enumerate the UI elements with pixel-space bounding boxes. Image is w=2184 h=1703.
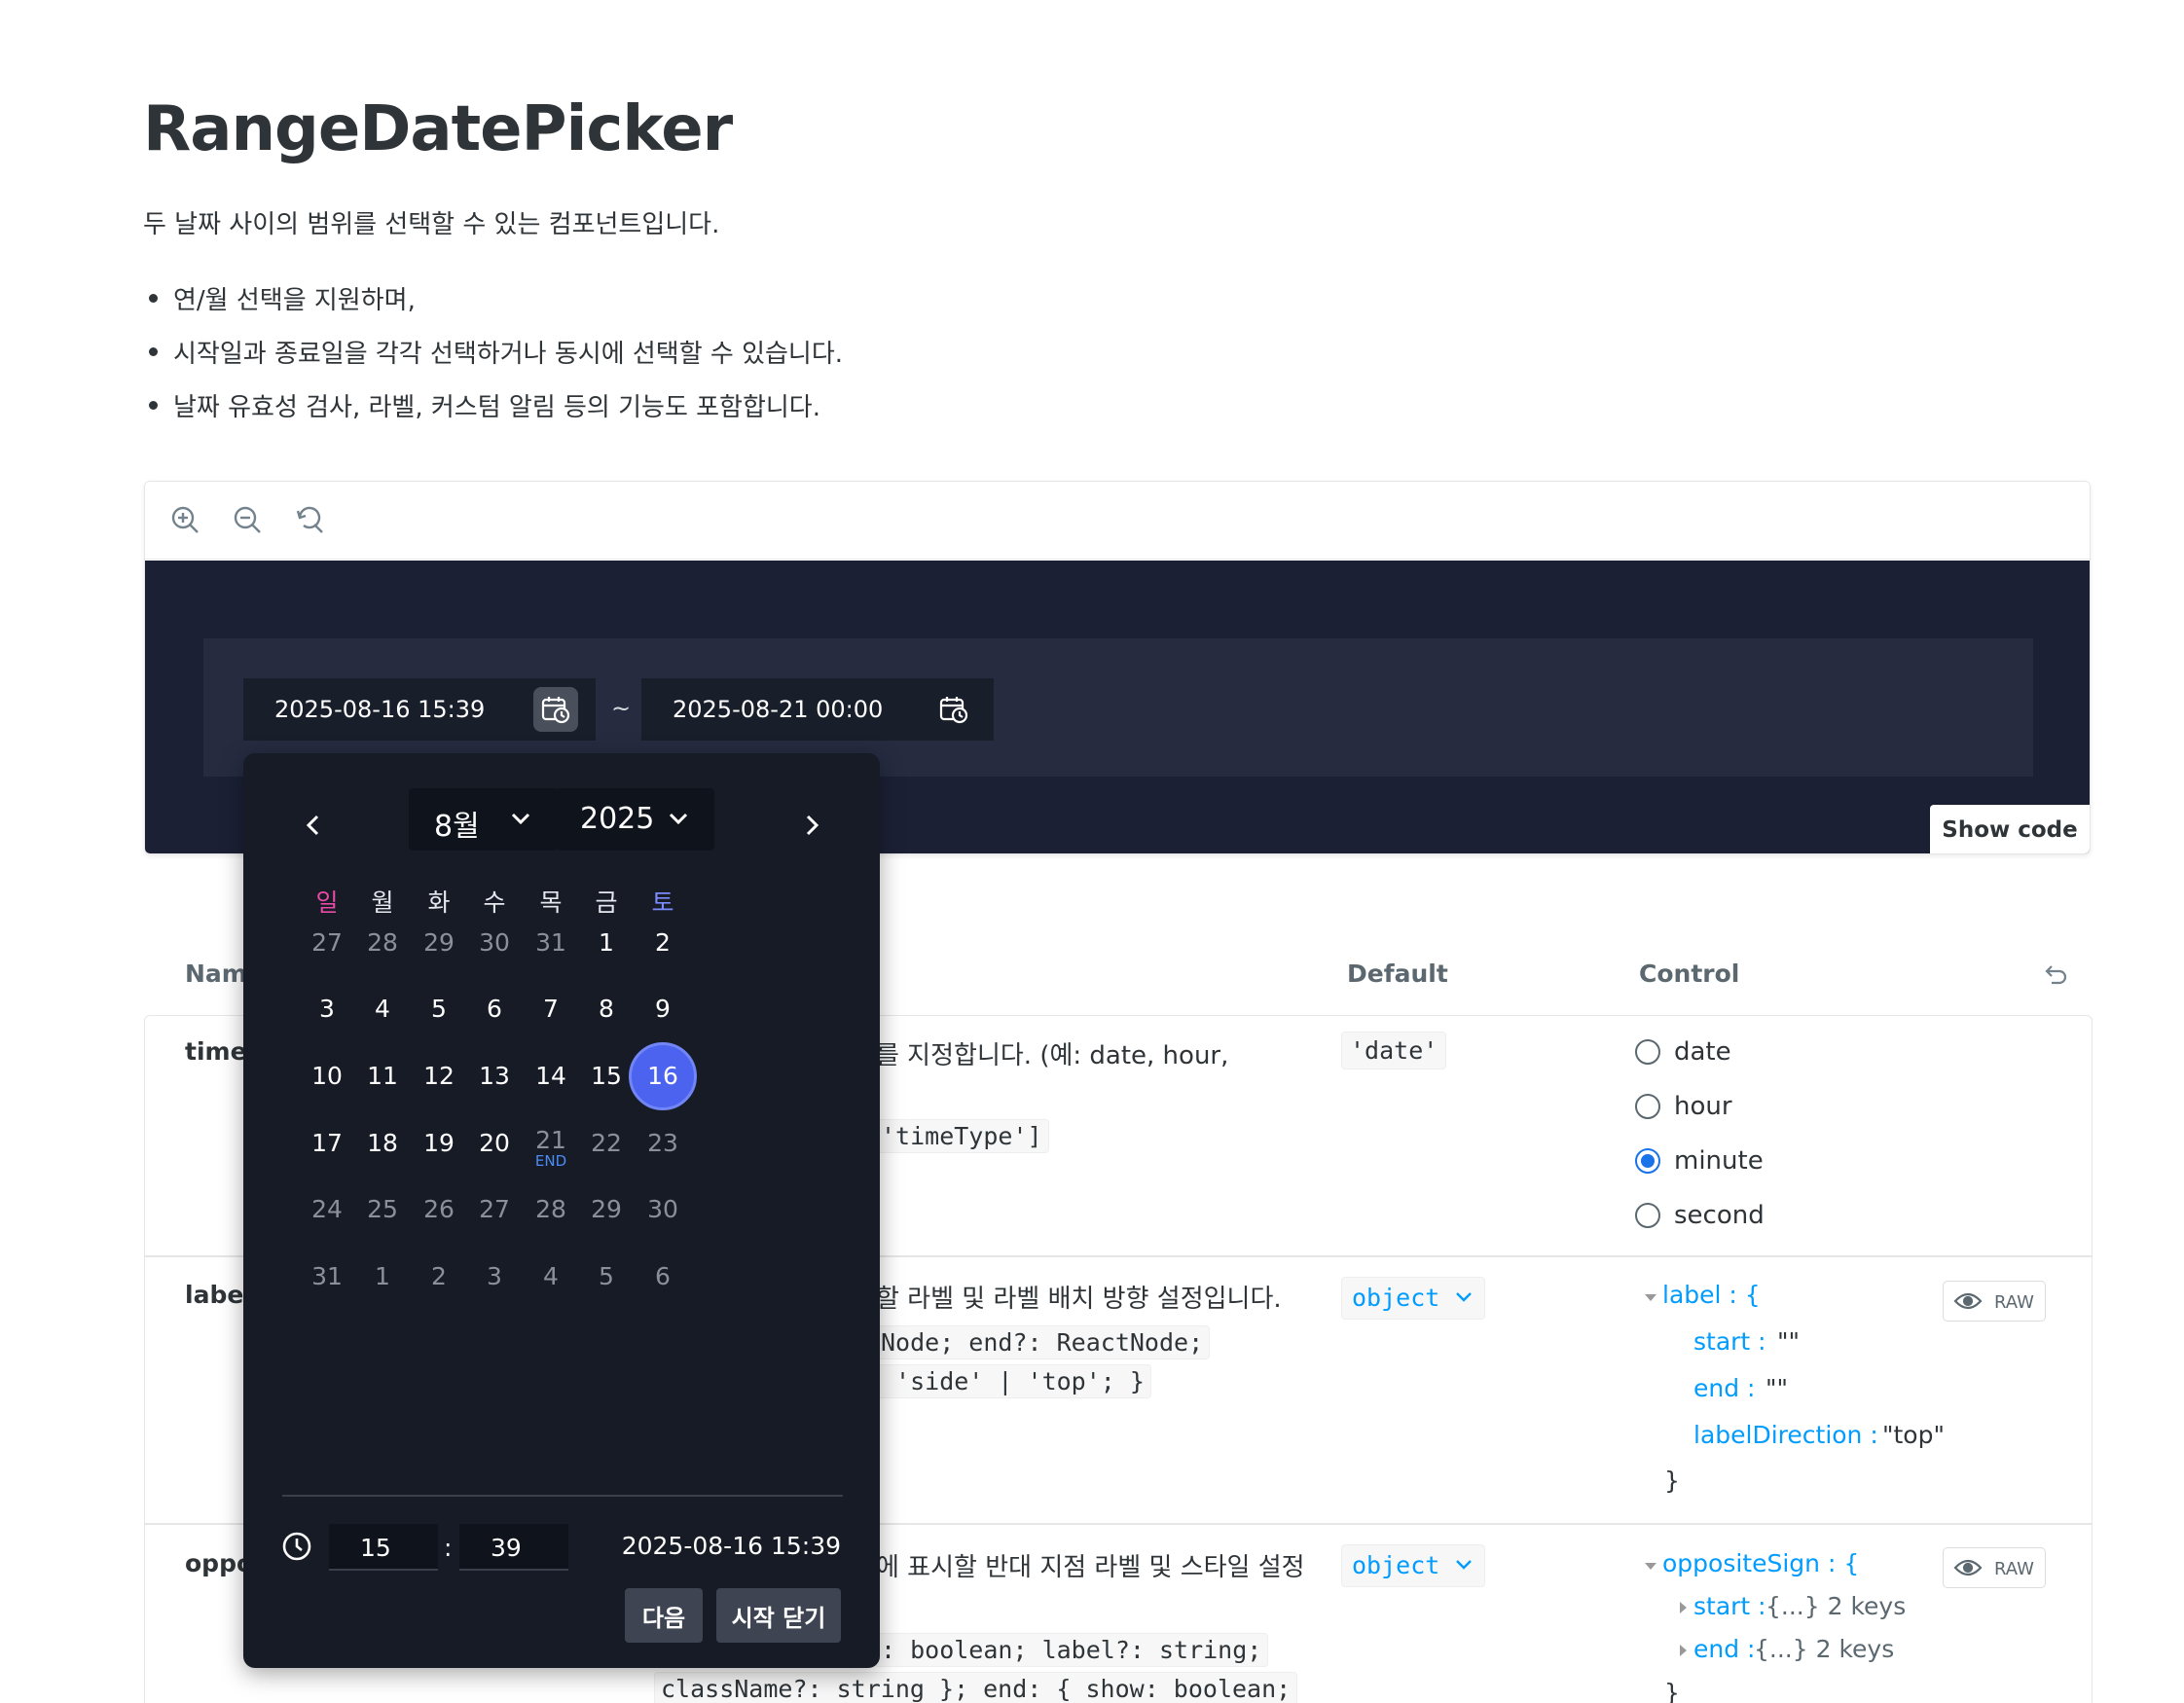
- raw-label: RAW: [1994, 1292, 2034, 1313]
- json-value[interactable]: {...} 2 keys: [1754, 1635, 1894, 1663]
- column-header-default: Default: [1347, 960, 1448, 988]
- radio-option-date[interactable]: date: [1635, 1037, 1731, 1067]
- prev-month-button[interactable]: [296, 808, 331, 843]
- radio-button[interactable]: [1635, 1094, 1660, 1119]
- month-select[interactable]: 8월: [409, 788, 557, 851]
- day-cell-selected[interactable]: 16: [629, 1042, 697, 1110]
- month-select-value: 8월: [434, 810, 480, 844]
- reset-controls-icon[interactable]: [2040, 960, 2071, 995]
- collapse-arrow-icon[interactable]: [1645, 1563, 1656, 1570]
- chevron-left-icon: [306, 815, 319, 836]
- object-type-select[interactable]: object: [1341, 1544, 1485, 1587]
- chevron-down-icon: [669, 813, 688, 825]
- day-cell[interactable]: 9: [629, 975, 697, 1043]
- radio-button[interactable]: [1635, 1039, 1660, 1065]
- arg-description: 에 표시할 반대 지점 라벨 및 스타일 설정: [876, 1553, 1305, 1582]
- selected-datetime: 2025-08-16 15:39: [621, 1532, 841, 1560]
- json-value[interactable]: "": [1777, 1327, 1800, 1356]
- zoom-in-icon[interactable]: [168, 503, 203, 538]
- json-value[interactable]: "": [1765, 1374, 1788, 1402]
- radio-label: minute: [1674, 1146, 1764, 1176]
- json-brace: }: [1664, 1679, 1680, 1703]
- object-type-label: object: [1352, 1284, 1440, 1312]
- arg-type: className?: string }; end: { show: boole…: [654, 1672, 1298, 1703]
- collapse-arrow-icon[interactable]: [1645, 1294, 1656, 1301]
- end-date-value: 2025-08-21 00:00: [673, 696, 884, 723]
- minute-input[interactable]: 39: [459, 1524, 568, 1571]
- json-key[interactable]: start :: [1693, 1592, 1766, 1620]
- feature-bullet: 시작일과 종료일을 각각 선택하거나 동시에 선택할 수 있습니다.: [148, 334, 843, 370]
- page-description: 두 날짜 사이의 범위를 선택할 수 있는 컴포넌트입니다.: [143, 210, 720, 239]
- range-separator: ~: [611, 695, 632, 722]
- chevron-down-icon: [511, 813, 530, 825]
- json-key: labelDirection :: [1693, 1421, 1878, 1449]
- canvas-toolbar: [145, 482, 2090, 560]
- chevron-down-icon: [1456, 1560, 1472, 1570]
- object-type-select[interactable]: object: [1341, 1277, 1485, 1320]
- eye-icon: [1953, 1559, 1983, 1576]
- radio-option-minute[interactable]: minute: [1635, 1146, 1764, 1176]
- json-key: start :: [1693, 1327, 1766, 1356]
- json-key[interactable]: label : {: [1662, 1281, 1761, 1309]
- arg-type: Node; end?: ReactNode;: [874, 1325, 1211, 1359]
- day-cell[interactable]: 2: [629, 909, 697, 977]
- json-value[interactable]: "top": [1882, 1421, 1945, 1449]
- radio-label: second: [1674, 1201, 1765, 1230]
- end-date-input[interactable]: 2025-08-21 00:00: [641, 678, 994, 741]
- clock-icon: [280, 1530, 313, 1567]
- arg-type: : boolean; label?: string;: [874, 1633, 1269, 1667]
- object-type-label: object: [1352, 1551, 1440, 1579]
- feature-bullet: 연/월 선택을 지원하며,: [149, 280, 416, 316]
- json-key[interactable]: end :: [1693, 1635, 1755, 1663]
- arg-type: 'side' | 'top'; }: [874, 1364, 1151, 1398]
- radio-label: date: [1674, 1037, 1731, 1067]
- close-start-button[interactable]: 시작 닫기: [716, 1588, 841, 1643]
- json-brace: }: [1664, 1467, 1680, 1495]
- raw-toggle-button[interactable]: RAW: [1943, 1281, 2046, 1322]
- next-button[interactable]: 다음: [625, 1588, 703, 1643]
- calendar-popup: 8월 2025 일월화수목금토 27 28 29 30 31 1 2 3 4 5 6 7 8 9 10 11 1…: [243, 753, 880, 1668]
- hour-input[interactable]: 15: [329, 1524, 438, 1571]
- arg-name: label: [185, 1281, 252, 1309]
- eye-icon: [1953, 1292, 1983, 1310]
- calendar-divider: [282, 1495, 843, 1497]
- calendar-clock-icon[interactable]: [533, 687, 578, 732]
- chevron-right-icon: [806, 815, 819, 836]
- json-key[interactable]: oppositeSign : {: [1662, 1549, 1859, 1577]
- raw-label: RAW: [1994, 1559, 2034, 1579]
- year-select-value: 2025: [580, 802, 655, 836]
- zoom-out-icon[interactable]: [231, 503, 266, 538]
- day-cell[interactable]: 23: [629, 1109, 697, 1178]
- start-date-value: 2025-08-16 15:39: [274, 696, 486, 723]
- show-code-button[interactable]: Show code: [1930, 805, 2090, 853]
- radio-option-hour[interactable]: hour: [1635, 1092, 1732, 1121]
- radio-button[interactable]: [1635, 1203, 1660, 1228]
- next-month-button[interactable]: [794, 808, 829, 843]
- hour-value: 15: [360, 1534, 391, 1562]
- json-key: end :: [1693, 1374, 1756, 1402]
- page-title: RangeDatePicker: [143, 93, 733, 165]
- radio-label: hour: [1674, 1092, 1732, 1121]
- json-value[interactable]: {...} 2 keys: [1765, 1592, 1906, 1620]
- day-cell[interactable]: 6: [629, 1243, 697, 1311]
- arg-description: 할 라벨 및 라벨 배치 방향 설정입니다.: [876, 1285, 1282, 1314]
- radio-button-selected[interactable]: [1635, 1148, 1660, 1174]
- year-select[interactable]: 2025: [555, 788, 714, 851]
- chevron-down-icon: [1456, 1292, 1472, 1302]
- raw-toggle-button[interactable]: RAW: [1943, 1547, 2046, 1588]
- arg-description: 를 지정합니다. (예: date, hour,: [876, 1041, 1229, 1070]
- calendar-clock-icon[interactable]: [931, 687, 976, 732]
- time-separator: :: [444, 1534, 453, 1562]
- arg-type: 'timeType']: [874, 1119, 1049, 1153]
- expand-arrow-icon[interactable]: [1680, 1645, 1687, 1656]
- day-cell[interactable]: 30: [629, 1176, 697, 1244]
- minute-value: 39: [491, 1534, 522, 1562]
- expand-arrow-icon[interactable]: [1680, 1602, 1687, 1613]
- feature-bullet: 날짜 유효성 검사, 라벨, 커스텀 알림 등의 기능도 포함합니다.: [149, 387, 820, 423]
- reset-zoom-icon[interactable]: [293, 503, 328, 538]
- radio-option-second[interactable]: second: [1635, 1201, 1765, 1230]
- arg-default: 'date': [1341, 1032, 1447, 1069]
- start-date-input[interactable]: 2025-08-16 15:39: [243, 678, 596, 741]
- column-header-control: Control: [1639, 960, 1740, 988]
